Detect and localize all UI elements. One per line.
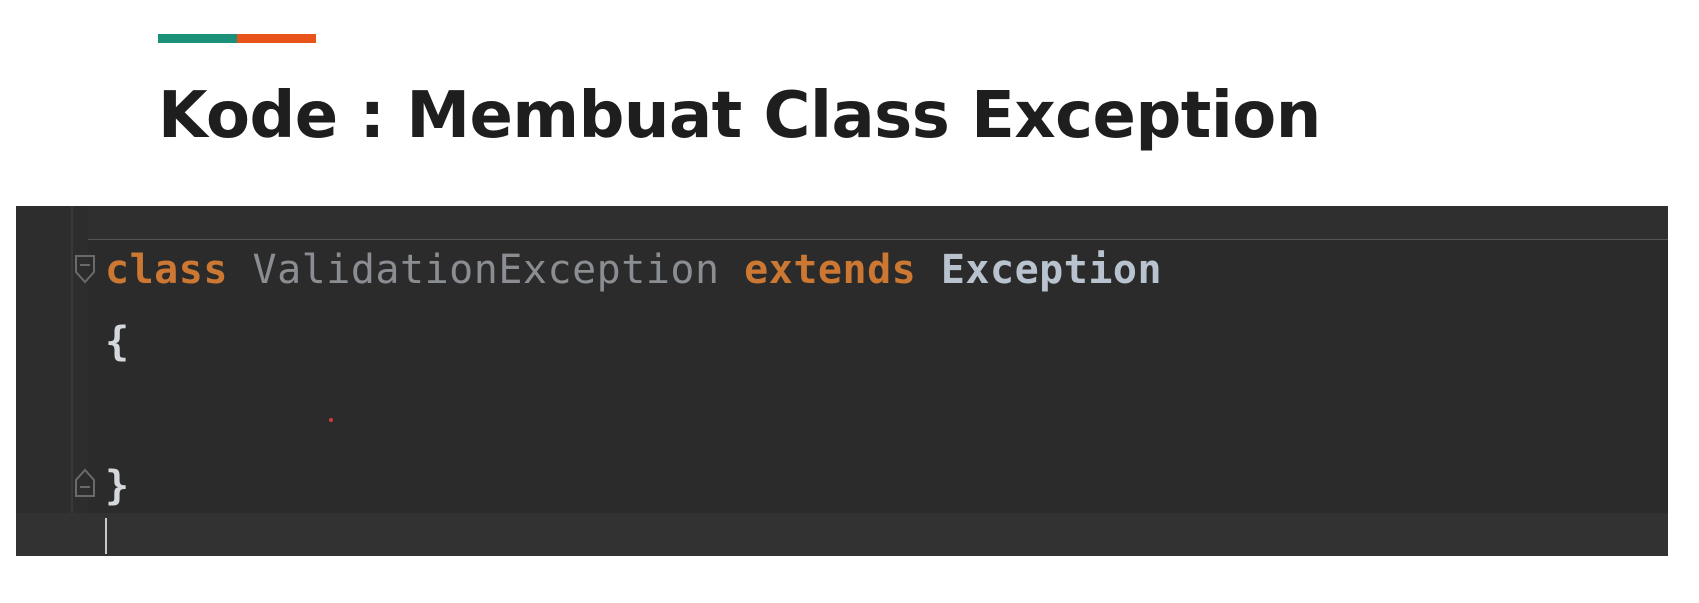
accent-bar-orange bbox=[237, 34, 316, 43]
slide: Kode : Membuat Class Exception class Val… bbox=[0, 0, 1699, 603]
code-line-1[interactable]: class ValidationException extends Except… bbox=[105, 246, 1162, 294]
slide-title: Kode : Membuat Class Exception bbox=[158, 79, 1321, 153]
keyword-class: class bbox=[105, 247, 228, 293]
close-brace: } bbox=[105, 463, 130, 509]
code-line-2[interactable]: { bbox=[105, 318, 130, 366]
accent-bar-teal bbox=[158, 34, 237, 43]
text-caret bbox=[105, 518, 107, 554]
class-name-exception: Exception bbox=[940, 247, 1163, 293]
error-marker-dot bbox=[329, 418, 333, 422]
open-brace: { bbox=[105, 319, 130, 365]
code-editor[interactable]: class ValidationException extends Except… bbox=[16, 206, 1668, 556]
editor-top-strip bbox=[16, 206, 1668, 240]
code-line-3[interactable] bbox=[105, 390, 130, 438]
code-line-4[interactable]: } bbox=[105, 462, 130, 510]
fold-end-icon[interactable] bbox=[73, 468, 97, 498]
current-line-highlight bbox=[16, 513, 1668, 556]
accent-bar bbox=[158, 34, 316, 43]
keyword-extends: extends bbox=[744, 247, 917, 293]
class-name-validation-exception: ValidationException bbox=[252, 247, 720, 293]
fold-collapse-icon[interactable] bbox=[73, 254, 97, 284]
